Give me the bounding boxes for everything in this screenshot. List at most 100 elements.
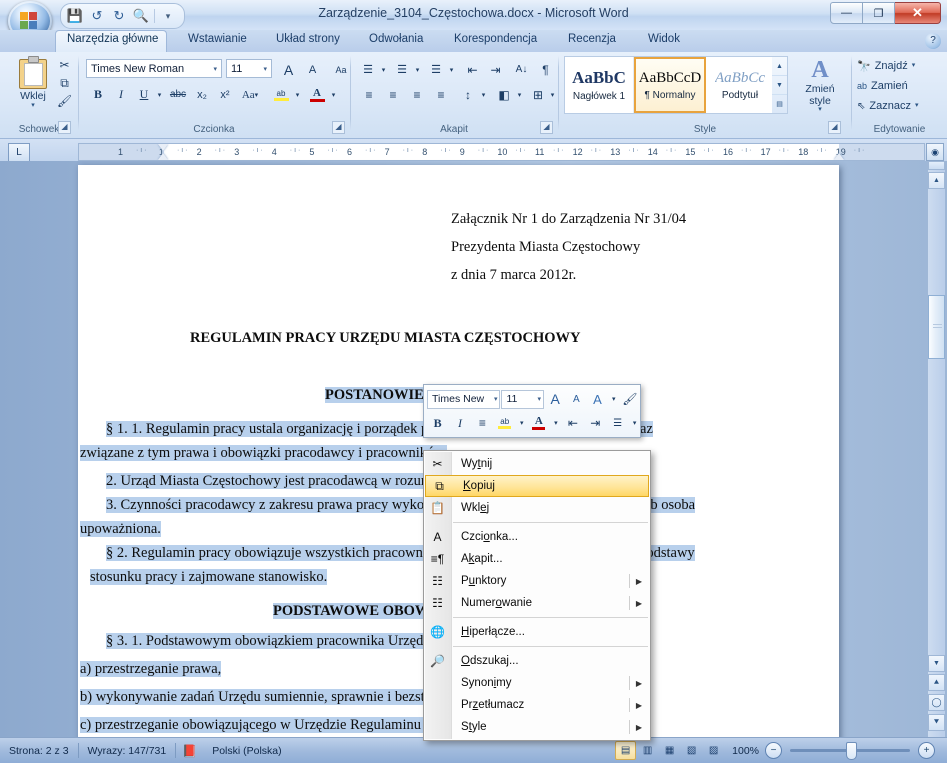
full-screen-reading-icon[interactable]: ▥ (637, 741, 658, 760)
document-line[interactable]: Załącznik Nr 1 do Zarządzenia Nr 31/04 (451, 211, 686, 228)
mini-highlight-icon[interactable]: ab (494, 413, 515, 434)
proofing-status-icon[interactable]: 📕 (176, 738, 203, 763)
select-button[interactable]: ⇖ Zaznacz ▾ (854, 97, 921, 115)
document-line[interactable]: stosunku pracy i zajmowane stanowisko. (90, 569, 328, 586)
context-menu-item-style[interactable]: Style ▶ (424, 716, 650, 738)
mini-styles-icon[interactable]: A (587, 389, 607, 410)
context-menu-item-punktory[interactable]: ☷ Punktory ▶ (424, 570, 650, 592)
document-line[interactable]: § 3. 1. Podstawowym obowiązkiem pracowni… (106, 633, 459, 650)
decrease-indent-icon[interactable]: ⇤ (460, 58, 485, 81)
chevron-down-icon[interactable]: ▾ (154, 83, 165, 106)
cut-icon[interactable]: ✂ (54, 56, 75, 74)
find-button[interactable]: 🔭 Znajdź ▾ (854, 57, 918, 75)
align-center-icon[interactable]: ≡ (380, 83, 406, 106)
document-line[interactable]: upoważniona. (80, 521, 161, 538)
chevron-down-icon[interactable]: ▾ (292, 83, 303, 106)
close-button[interactable]: ✕ (895, 2, 941, 24)
zoom-in-button[interactable]: + (918, 742, 935, 759)
mini-bold-icon[interactable]: B (427, 413, 448, 434)
mini-bullets-icon[interactable]: ☰ (607, 413, 628, 434)
scroll-up-icon[interactable]: ▲ (928, 172, 945, 189)
scrollbar-thumb[interactable] (928, 295, 945, 359)
scroll-down-icon[interactable]: ▼ (928, 655, 945, 672)
bold-icon[interactable]: B (86, 83, 110, 106)
highlight-icon[interactable]: ab (268, 83, 294, 106)
mini-increase-indent-icon[interactable]: ⇥ (585, 413, 606, 434)
font-dialog-launcher[interactable]: ◢ (332, 121, 345, 134)
word-count[interactable]: Wyrazy: 147/731 (79, 738, 176, 763)
show-formatting-marks-icon[interactable]: ¶ (534, 58, 557, 81)
numbering-icon[interactable]: ☰ (390, 58, 414, 81)
shading-icon[interactable]: ◧ (492, 83, 516, 106)
mini-align-center-icon[interactable]: ≡ (472, 413, 493, 434)
change-styles-button[interactable]: A Zmień style ▾ (793, 55, 847, 115)
browse-object-button[interactable]: ◉ (926, 143, 944, 161)
context-menu-item-kopiuj[interactable]: ⧉ Kopiuj (425, 475, 649, 497)
chevron-down-icon[interactable]: ▾ (328, 83, 339, 106)
superscript-icon[interactable]: x² (213, 83, 237, 106)
hanging-indent-marker[interactable] (158, 153, 168, 160)
styles-dialog-launcher[interactable]: ◢ (828, 121, 841, 134)
zoom-track[interactable] (790, 742, 910, 760)
font-size-combo[interactable]: 11 ▾ (226, 59, 272, 78)
mini-font-size-combo[interactable]: 11 ▾ (501, 389, 545, 409)
replace-button[interactable]: ab Zamień (854, 77, 911, 95)
paragraph-dialog-launcher[interactable]: ◢ (540, 121, 553, 134)
font-name-combo[interactable]: Times New Roman ▾ (86, 59, 222, 78)
zoom-slider-thumb[interactable] (846, 742, 857, 760)
page-indicator[interactable]: Strona: 2 z 3 (0, 738, 78, 763)
mini-italic-icon[interactable]: I (449, 413, 470, 434)
context-menu-item-wytnij[interactable]: ✂ Wytnij (424, 453, 650, 475)
multilevel-list-icon[interactable]: ☰ (424, 58, 448, 81)
help-icon[interactable]: ? (925, 33, 941, 49)
document-line[interactable]: związane z tym prawa i obowiązki pracoda… (80, 445, 448, 462)
align-left-icon[interactable]: ≡ (356, 83, 382, 106)
style-item-naglowek1[interactable]: AaBbC Nagłówek 1 (565, 57, 634, 113)
line-spacing-icon[interactable]: ↕ (456, 83, 480, 106)
chevron-down-icon[interactable]: ▾ (551, 413, 562, 434)
outline-view-icon[interactable]: ▧ (681, 741, 702, 760)
context-menu-item-hiper-cze[interactable]: 🌐 Hiperłącze... (424, 621, 650, 643)
right-indent-marker[interactable] (834, 153, 844, 160)
vertical-scrollbar[interactable] (927, 161, 945, 738)
grow-font-icon[interactable]: A (276, 58, 301, 81)
previous-page-icon[interactable]: ⯅ (928, 674, 945, 691)
zoom-out-button[interactable]: − (765, 742, 782, 759)
align-right-icon[interactable]: ≡ (404, 83, 430, 106)
first-line-indent-marker[interactable] (158, 144, 168, 151)
document-line[interactable]: b) wykonywanie zadań Urzędu sumiennie, s… (80, 689, 466, 706)
format-painter-icon[interactable]: 🖌 (54, 92, 75, 110)
strikethrough-icon[interactable]: abc (165, 83, 191, 106)
split-window-handle[interactable] (928, 161, 945, 170)
increase-indent-icon[interactable]: ⇥ (483, 58, 508, 81)
chevron-down-icon[interactable]: ▾ (412, 58, 423, 81)
context-menu-item-wklej[interactable]: 📋 Wklej (424, 497, 650, 519)
shrink-font-icon[interactable]: A (300, 58, 325, 81)
chevron-down-icon[interactable]: ▾ (609, 389, 619, 410)
mini-shrink-font-icon[interactable]: A (566, 389, 586, 410)
context-menu-item-czcionka[interactable]: A Czcionka... (424, 526, 650, 548)
gallery-more-icon[interactable]: ▤ (772, 95, 787, 113)
horizontal-ruler[interactable]: 1 · ı · 1 · ı · 2 · ı · 3 · ı · 4 · ı · 5 · ı · 6 · ı… (78, 143, 925, 161)
context-menu-item-synonimy[interactable]: Synonimy ▶ (424, 672, 650, 694)
chevron-down-icon[interactable]: ▾ (516, 413, 527, 434)
chevron-down-icon[interactable]: ▾ (478, 83, 489, 106)
underline-icon[interactable]: U (132, 83, 156, 106)
document-line[interactable]: z dnia 7 marca 2012r. (451, 267, 576, 284)
mini-clear-formatting-icon[interactable]: 🖌 (620, 389, 640, 410)
mini-grow-font-icon[interactable]: A (545, 389, 565, 410)
mini-font-name-combo[interactable]: Times New ▾ (427, 389, 501, 409)
context-menu[interactable]: ✂ Wytnij ⧉ Kopiuj 📋 Wklej A Czcionka... ≡¶ Akapit… (423, 450, 651, 741)
style-item-normalny[interactable]: AaBbCcD ¶ Normalny (634, 57, 706, 113)
minimize-button[interactable]: — (830, 2, 863, 24)
draft-view-icon[interactable]: ▨ (703, 741, 724, 760)
chevron-down-icon[interactable]: ▾ (547, 83, 558, 106)
style-item-podtytul[interactable]: AaBbCc Podtytuł (706, 57, 774, 113)
select-browse-object-icon[interactable]: ◯ (928, 694, 945, 711)
tab-selector-button[interactable]: L (8, 143, 30, 162)
paste-button[interactable]: Wklej ▾ (10, 55, 56, 113)
document-line[interactable]: Prezydenta Miasta Częstochowy (451, 239, 640, 256)
document-line[interactable]: a) przestrzeganie prawa, (80, 661, 222, 678)
mini-decrease-indent-icon[interactable]: ⇤ (562, 413, 583, 434)
mini-font-color-icon[interactable]: A (528, 413, 549, 434)
